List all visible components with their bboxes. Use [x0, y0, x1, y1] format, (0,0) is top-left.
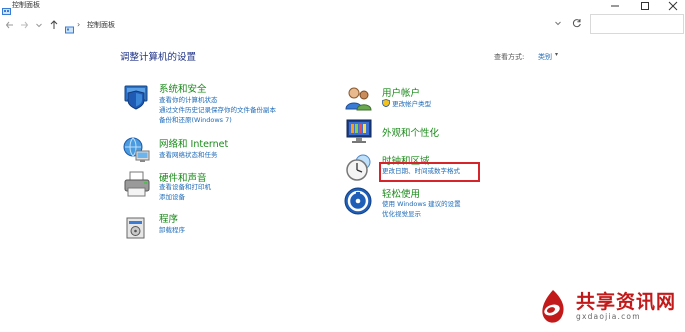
category-title[interactable]: 外观和个性化 [382, 125, 439, 139]
category-title[interactable]: 网络和 Internet [159, 136, 228, 150]
maximize-icon[interactable] [634, 0, 656, 12]
link-view-computer-status[interactable]: 查看你的计算机状态 [159, 96, 218, 105]
chevron-down-icon[interactable]: ▾ [555, 51, 558, 58]
watermark-logo-icon [534, 288, 572, 332]
link-recommended-settings[interactable]: 使用 Windows 建议的设置 [382, 200, 461, 209]
printer-icon[interactable] [122, 169, 152, 199]
clock-globe-icon[interactable] [344, 152, 374, 182]
breadcrumb-chevron-icon: › [77, 20, 81, 29]
link-change-account-type[interactable]: 更改帐户类型 [382, 99, 431, 109]
window-title: 控制面板 [12, 1, 40, 9]
address-field[interactable]: › 控制面板 [62, 16, 584, 34]
up-arrow-icon[interactable] [48, 18, 60, 32]
category-title[interactable]: 用户帐户 [382, 85, 420, 99]
back-arrow-icon[interactable] [4, 18, 16, 32]
link-backup-restore[interactable]: 备份和还原(Windows 7) [159, 116, 232, 125]
view-by-dropdown[interactable]: 类别 [538, 52, 552, 62]
link-devices-printers[interactable]: 查看设备和打印机 [159, 183, 211, 192]
link-optimize-visual[interactable]: 优化视觉显示 [382, 210, 421, 219]
shield-monitor-icon[interactable] [122, 80, 152, 110]
watermark-url: gxdaojia.com [576, 312, 641, 321]
link-file-history[interactable]: 通过文件历史记录保存你的文件备份副本 [159, 106, 276, 115]
users-icon[interactable] [344, 84, 374, 114]
link-label: 更改帐户类型 [392, 100, 432, 108]
address-dropdown-icon[interactable] [553, 16, 563, 32]
watermark-name: 共享资讯网 [576, 291, 677, 313]
category-title[interactable]: 系统和安全 [159, 81, 207, 95]
appearance-monitor-icon[interactable] [344, 116, 374, 146]
page-title: 调整计算机的设置 [120, 52, 197, 63]
view-by-label: 查看方式: [494, 53, 525, 61]
search-input[interactable] [590, 14, 684, 34]
category-title[interactable]: 程序 [159, 211, 178, 225]
recent-dropdown-icon[interactable] [33, 18, 45, 32]
link-add-device[interactable]: 添加设备 [159, 193, 185, 202]
breadcrumb[interactable]: 控制面板 [87, 18, 115, 32]
control-panel-icon [2, 1, 11, 15]
category-title[interactable]: 轻松使用 [382, 186, 420, 200]
link-uninstall-program[interactable]: 卸载程序 [159, 226, 185, 235]
programs-icon[interactable] [124, 210, 154, 240]
title-bar: 控制面板 [0, 0, 685, 15]
close-icon[interactable] [662, 0, 684, 12]
link-network-status[interactable]: 查看网络状态和任务 [159, 151, 218, 160]
control-panel-icon [65, 20, 74, 34]
watermark-logo: 共享资讯网 gxdaojia.com [528, 286, 685, 331]
category-title[interactable]: 硬件和声音 [159, 170, 207, 184]
refresh-icon[interactable] [571, 16, 583, 33]
uac-shield-icon [382, 99, 390, 108]
highlight-annotation-box [379, 162, 480, 182]
ease-of-access-icon[interactable] [344, 186, 374, 216]
forward-arrow-icon[interactable] [18, 18, 30, 32]
minimize-icon[interactable] [604, 0, 626, 12]
address-bar: › 控制面板 [0, 14, 685, 36]
network-globe-icon[interactable] [122, 135, 152, 165]
